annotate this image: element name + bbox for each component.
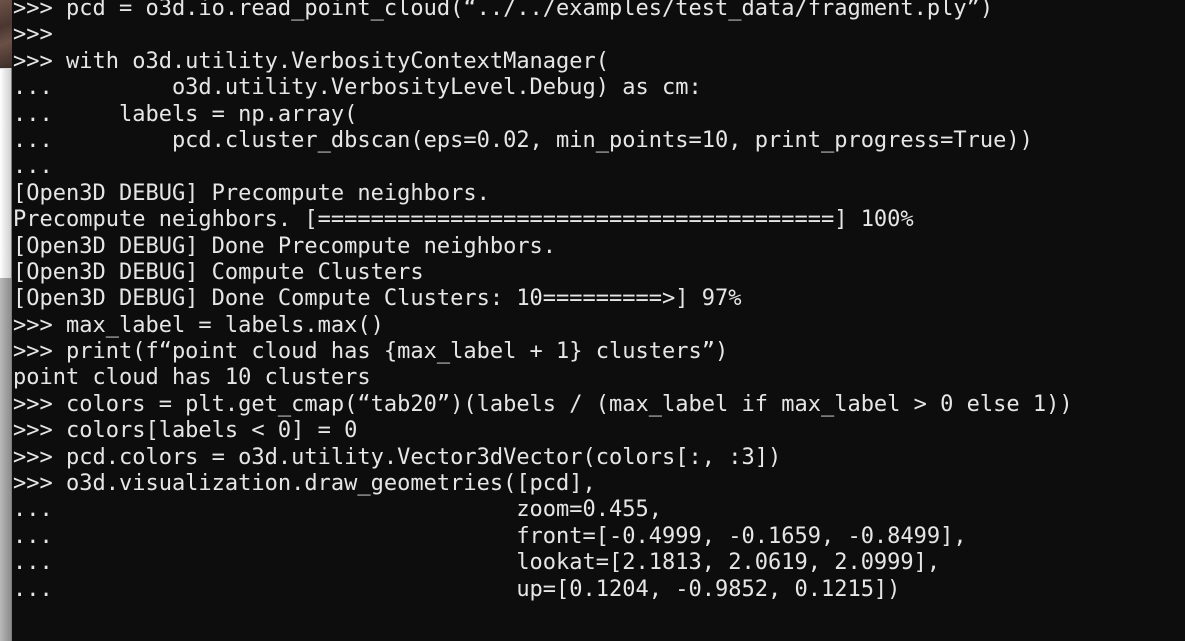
terminal-line: ... lookat=[2.1813, 2.0619, 2.0999], [13,550,941,576]
terminal-line: [Open3D DEBUG] Compute Clusters [13,259,424,285]
corner-texture-fragment [0,0,12,68]
scrollbar-track-top[interactable] [0,0,12,68]
terminal-line: >>> o3d.visualization.draw_geometries([p… [13,471,596,497]
terminal-line: >>> max_label = labels.max() [13,312,384,338]
scrollbar-thumb[interactable] [0,68,11,279]
terminal-line: [Open3D DEBUG] Done Precompute neighbors… [13,233,557,259]
terminal-line: >>> [13,22,53,48]
terminal-output-area[interactable]: >>> pcd = o3d.io.read_point_cloud(“../..… [12,0,1185,641]
terminal-line: ... zoom=0.455, [13,497,663,523]
terminal-line: ... [13,154,53,180]
terminal-line: ... front=[-0.4999, -0.1659, -0.8499], [13,523,967,549]
terminal-line: ... up=[0.1204, -0.9852, 0.1215]) [13,576,901,602]
terminal-line: >>> pcd = o3d.io.read_point_cloud(“../..… [13,0,994,21]
terminal-line: ... labels = np.array( [13,101,358,127]
terminal-line: ... pcd.cluster_dbscan(eps=0.02, min_poi… [13,127,1033,153]
terminal-line: Precompute neighbors. [=================… [13,207,914,233]
terminal-line: >>> colors[labels < 0] = 0 [13,418,358,444]
terminal-line: ... o3d.utility.VerbosityLevel.Debug) as… [13,75,702,101]
terminal-line: >>> with o3d.utility.VerbosityContextMan… [13,48,610,74]
vertical-scrollbar[interactable] [0,0,12,641]
scrollbar-track-bottom[interactable] [0,278,11,641]
terminal-window: >>> pcd = o3d.io.read_point_cloud(“../..… [0,0,1185,641]
terminal-line: >>> colors = plt.get_cmap(“tab20”)(label… [13,391,1073,417]
terminal-line: >>> pcd.colors = o3d.utility.Vector3dVec… [13,444,782,470]
terminal-line: point cloud has 10 clusters [13,365,371,391]
terminal-line: [Open3D DEBUG] Done Compute Clusters: 10… [13,286,742,312]
terminal-line: >>> print(f“point cloud has {max_label +… [13,339,729,365]
terminal-line: [Open3D DEBUG] Precompute neighbors. [13,180,490,206]
